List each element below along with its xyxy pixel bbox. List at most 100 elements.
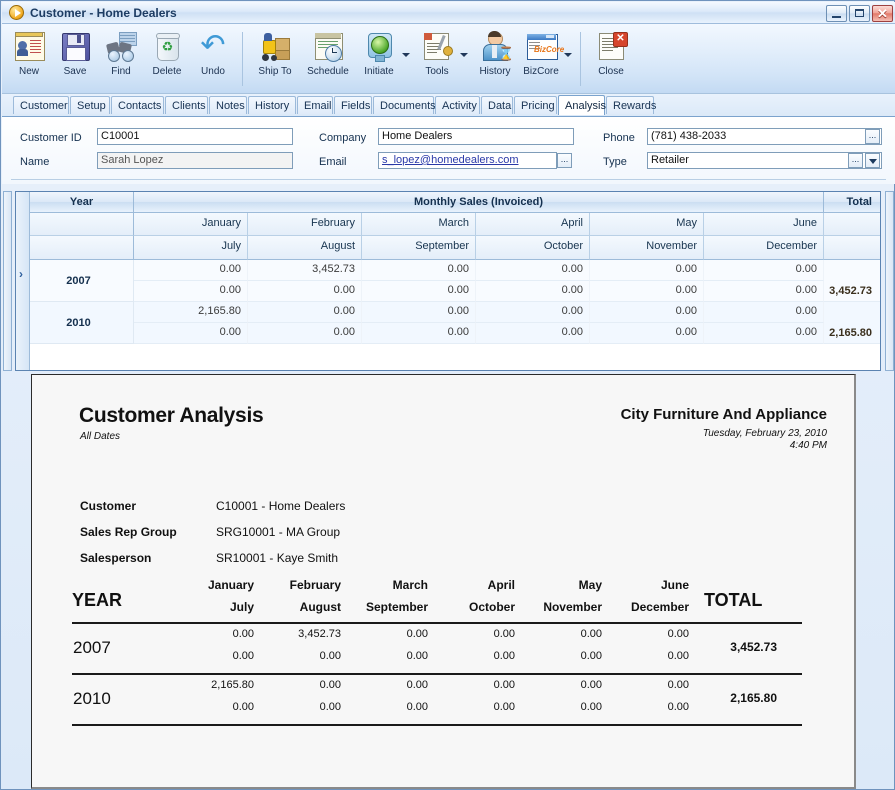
grid-month-september[interactable]: September [362, 236, 476, 260]
grid-header-monthly[interactable]: Monthly Sales (Invoiced) [134, 192, 824, 213]
bizcore-dropdown-arrow[interactable] [564, 50, 573, 59]
grid-cell[interactable]: 0.00 [590, 323, 704, 344]
toolbar-button-initiate[interactable]: Initiate [356, 28, 402, 90]
type-label: Type [603, 156, 627, 168]
toolbar-separator-2 [580, 32, 581, 86]
toolbar-button-undo[interactable]: ↶ Undo [190, 28, 236, 90]
grid-cell[interactable]: 3,452.73 [248, 260, 362, 281]
toolbar-button-schedule[interactable]: Schedule [302, 28, 354, 90]
grid-row-year[interactable]: 2007 [30, 260, 134, 302]
grid-scrollbar-right[interactable] [885, 191, 894, 371]
phone-input[interactable]: (781) 438-2033 [647, 128, 882, 145]
grid-cell[interactable]: 0.00 [362, 281, 476, 302]
grid-cell[interactable]: 0.00 [134, 323, 248, 344]
report-month-september: September [365, 600, 428, 614]
tab-pricing[interactable]: Pricing [514, 96, 557, 114]
customer-id-input[interactable]: C10001 [97, 128, 293, 145]
grid-cell[interactable]: 0.00 [134, 260, 248, 281]
toolbar-button-ship-to[interactable]: Ship To [250, 28, 300, 90]
toolbar-button-find[interactable]: Find [98, 28, 144, 90]
grid-month-march[interactable]: March [362, 213, 476, 236]
tab-notes[interactable]: Notes [209, 96, 247, 114]
tab-fields[interactable]: Fields [334, 96, 372, 114]
grid-month-may[interactable]: May [590, 213, 704, 236]
grid-row-total[interactable]: 3,452.73 [824, 260, 880, 302]
toolbar-button-tools[interactable]: Tools [414, 28, 460, 90]
grid-month-august[interactable]: August [248, 236, 362, 260]
grid-cell[interactable]: 0.00 [476, 260, 590, 281]
tab-analysis[interactable]: Analysis [558, 95, 606, 115]
grid-cell[interactable]: 0.00 [362, 323, 476, 344]
grid-row-year[interactable]: 2010 [30, 302, 134, 344]
grid-cell[interactable]: 0.00 [590, 302, 704, 323]
company-input[interactable]: Home Dealers [378, 128, 574, 145]
grid-cell[interactable]: 0.00 [248, 302, 362, 323]
email-link[interactable]: s_lopez@homedealers.com [382, 154, 519, 166]
maximize-button[interactable] [849, 5, 870, 22]
tab-documents[interactable]: Documents [373, 96, 436, 114]
report-total-header: TOTAL [704, 590, 763, 610]
type-ellipsis-button[interactable]: ... [848, 153, 863, 168]
toolbar-button-close[interactable]: ✕ Close [588, 28, 634, 90]
grid-cell[interactable]: 2,165.80 [134, 302, 248, 323]
grid-cell[interactable]: 0.00 [704, 302, 824, 323]
tab-data[interactable]: Data [481, 96, 513, 114]
grid-cell[interactable]: 0.00 [704, 323, 824, 344]
grid-month-april[interactable]: April [476, 213, 590, 236]
toolbar-label: Close [598, 66, 624, 77]
grid-cell[interactable]: 0.00 [704, 260, 824, 281]
email-ellipsis-button[interactable]: ... [557, 153, 572, 168]
bizcore-window-icon: BizCore [525, 30, 564, 62]
toolbar-button-save[interactable]: Save [52, 28, 98, 90]
report-month-december: December [630, 600, 689, 614]
tab-clients[interactable]: Clients [165, 96, 208, 114]
initiate-dropdown-arrow[interactable] [402, 50, 411, 59]
report-cell: 0.00 [319, 650, 341, 662]
grid-month-june[interactable]: June [704, 213, 824, 236]
email-input[interactable]: s_lopez@homedealers.com [378, 152, 557, 169]
tab-rewards[interactable]: Rewards [606, 96, 656, 114]
grid-cell[interactable]: 0.00 [248, 281, 362, 302]
tab-setup[interactable]: Setup [70, 96, 110, 114]
toolbar-button-delete[interactable]: ♻ Delete [144, 28, 190, 90]
grid-row-total[interactable]: 2,165.80 [824, 302, 880, 344]
grid-month-january[interactable]: January [134, 213, 248, 236]
grid-month-february[interactable]: February [248, 213, 362, 236]
grid-month-october[interactable]: October [476, 236, 590, 260]
type-input[interactable]: Retailer [647, 152, 882, 169]
grid-cell[interactable]: 0.00 [362, 260, 476, 281]
grid-header-year[interactable]: Year [30, 192, 134, 213]
close-window-button[interactable]: ✕ [872, 5, 893, 22]
tab-email[interactable]: Email [297, 96, 333, 114]
tab-activity[interactable]: Activity [435, 96, 480, 114]
grid-scrollbar-left[interactable] [3, 191, 12, 371]
grid-cell[interactable]: 0.00 [476, 302, 590, 323]
name-input[interactable]: Sarah Lopez [97, 152, 293, 169]
tab-history[interactable]: History [248, 96, 296, 114]
grid-cell[interactable]: 0.00 [362, 302, 476, 323]
grid-cell[interactable]: 0.00 [248, 323, 362, 344]
grid-month-july[interactable]: July [134, 236, 248, 260]
toolbar-button-history[interactable]: ⌛ History [472, 28, 518, 90]
toolbar-label: Find [111, 66, 131, 77]
report-cell: 0.00 [667, 679, 689, 691]
tools-dropdown-arrow[interactable] [460, 50, 469, 59]
grid-month-november[interactable]: November [590, 236, 704, 260]
grid-cell[interactable]: 0.00 [476, 281, 590, 302]
grid-cell[interactable]: 0.00 [134, 281, 248, 302]
tab-customer[interactable]: Customer [13, 96, 69, 114]
grid-cell[interactable]: 0.00 [590, 281, 704, 302]
toolbar-button-new[interactable]: New [6, 28, 52, 90]
grid-cell[interactable]: 0.00 [476, 323, 590, 344]
grid-header-total[interactable]: Total [824, 192, 880, 213]
minimize-button[interactable] [826, 5, 847, 22]
phone-ellipsis-button[interactable]: ... [865, 129, 880, 144]
type-dropdown-button[interactable] [865, 153, 880, 168]
grid-month-december[interactable]: December [704, 236, 824, 260]
tab-contacts[interactable]: Contacts [111, 96, 164, 114]
toolbar-button-bizcore[interactable]: BizCore BizCore [518, 28, 564, 90]
report-cell: 0.00 [232, 701, 254, 713]
report-preview-panel: Customer Analysis All Dates City Furnitu… [31, 374, 856, 789]
grid-cell[interactable]: 0.00 [590, 260, 704, 281]
grid-cell[interactable]: 0.00 [704, 281, 824, 302]
